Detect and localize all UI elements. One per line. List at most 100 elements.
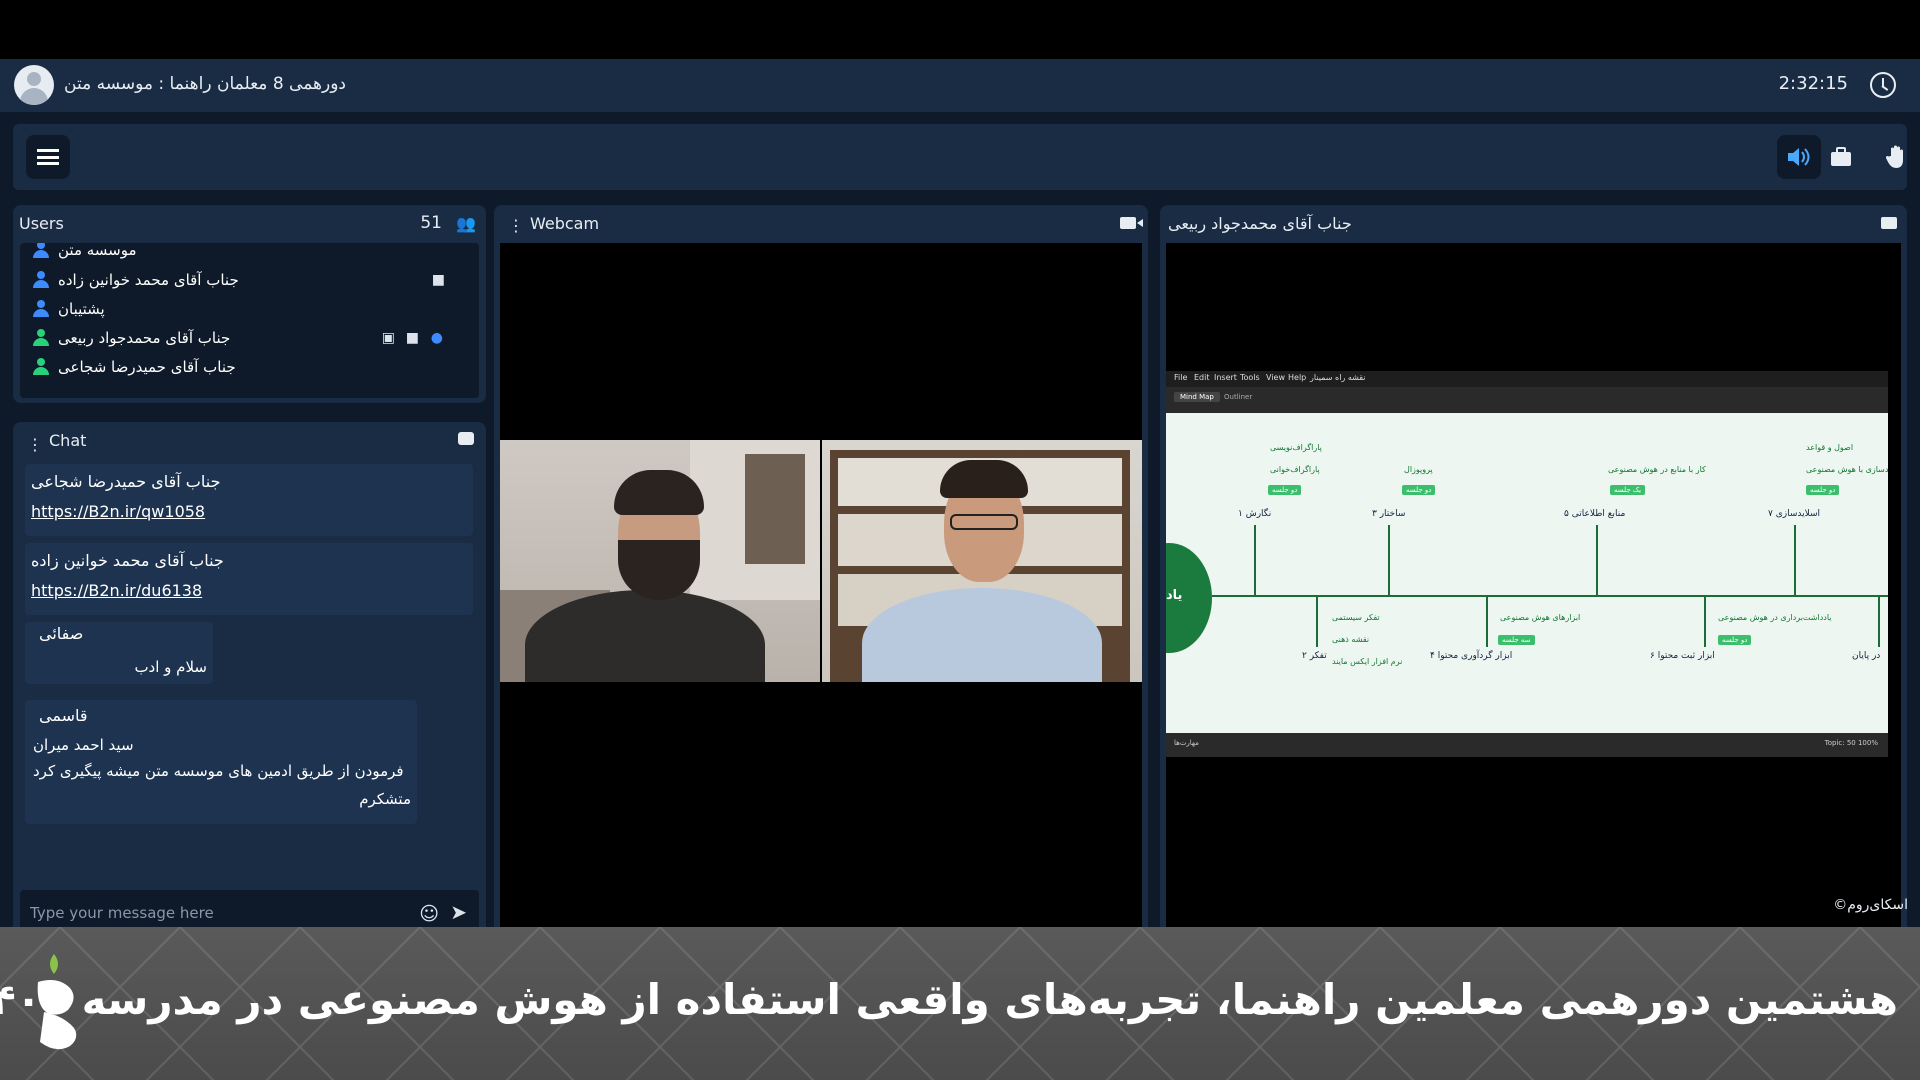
screen-share-icon: ▣ [381,330,395,346]
topic-label[interactable]: نگارش ۱ [1238,509,1271,519]
subtopic-label[interactable]: تفکر سیستمی [1332,613,1380,622]
branch-line [1486,597,1488,647]
topic-label[interactable]: ساختار ۳ [1372,509,1405,519]
emoji-icon[interactable]: ☺ [419,903,439,925]
menu-item[interactable]: File [1174,373,1187,382]
audio-button[interactable] [1777,135,1821,179]
message-link[interactable]: https://B2n.ir/qw1058 [31,502,205,521]
subtopic-label[interactable]: پاراگراف‌نویسی [1270,443,1322,452]
camera-icon[interactable] [1120,217,1143,229]
users-count: 51 [420,213,442,233]
menu-item[interactable]: View [1266,373,1285,382]
chat-title: Chat [49,431,87,450]
subtopic-label[interactable]: کار با منابع در هوش مصنوعی [1608,465,1706,474]
screenshare-stage: File Edit Insert Tools View Help نقشه را… [1166,243,1901,940]
file-title: نقشه راه سمینار [1310,373,1366,382]
branch-line [1704,597,1706,647]
message-text: متشکرم [359,790,411,808]
subtopic-label[interactable]: نرم افزار ایکس مایند [1332,657,1402,666]
copyright-text: ©اسکای‌روم [1833,897,1908,913]
subtopic-label[interactable]: اصول و قواعد [1806,443,1853,452]
topic-label[interactable]: ابزار گردآوری محتوا ۴ [1430,651,1512,661]
topic-label[interactable]: در پایان [1852,651,1880,661]
message-link[interactable]: https://B2n.ir/du6138 [31,581,202,600]
event-banner: هشتمین دورهمی معلمین راهنما، تجربه‌های و… [0,927,1920,1080]
chat-message: جناب آقای محمد خوانین زاده https://B2n.i… [25,543,473,615]
subtopic-label[interactable]: پروپوزال [1404,465,1433,474]
topic-label[interactable]: ابزار ثبت محتوا ۶ [1650,651,1715,661]
screen-share-icon[interactable] [1881,217,1897,229]
screenshare-panel: جناب آقای محمدجواد ربیعی File Edit Inser… [1160,205,1907,946]
send-icon[interactable]: ➤ [450,900,467,924]
sheet-tab[interactable]: مهارت‌ها [1174,739,1199,747]
raise-hand-icon [1886,145,1903,168]
message-text: فرمودن از طریق ادمین های موسسه متن میشه … [33,762,404,780]
mindmap-spine [1212,595,1888,597]
topic-label[interactable]: تفکر ۲ [1302,651,1327,661]
share-button[interactable] [1819,135,1863,179]
session-tag: دو جلسه [1806,485,1840,495]
subtopic-label[interactable]: یادداشت‌برداری در هوش مصنوعی [1718,613,1832,622]
wall-frame [745,454,805,564]
menu-item[interactable]: Tools [1240,373,1260,382]
webcam-panel: ⋮ Webcam [494,205,1148,946]
message-sender: جناب آقای حمیدرضا شجاعی [31,472,221,491]
chat-panel: ⋮ Chat جناب آقای حمیدرضا شجاعی https://B… [13,422,486,946]
session-timer: 2:32:15 [1778,73,1848,94]
webcam-title: Webcam [530,214,600,233]
raise-hand-button[interactable] [1875,135,1919,179]
chat-input[interactable] [30,900,390,926]
menu-item[interactable]: Edit [1194,373,1210,382]
video-feed[interactable] [500,440,820,682]
users-list[interactable]: موسسه متن جناب آقای محمد خوانین زاده ■ پ… [20,243,479,398]
mindmap-canvas[interactable]: یاد نگارش ۱ ساختار ۳ منابع اطلاعاتی ۵ اس… [1166,413,1888,733]
menu-item[interactable]: Help [1288,373,1306,382]
mindmap-app[interactable]: File Edit Insert Tools View Help نقشه را… [1166,371,1888,757]
topic-label[interactable]: اسلایدسازی ۷ [1768,509,1820,519]
menu-item[interactable]: Insert [1214,373,1237,382]
menu-bar: File Edit Insert Tools View Help نقشه را… [1166,371,1888,387]
chat-message: جناب آقای حمیدرضا شجاعی https://B2n.ir/q… [25,464,473,536]
webcam-stage [500,243,1142,940]
avatar[interactable] [14,65,54,105]
user-icon [32,271,50,289]
users-title: Users [19,214,64,233]
tab-outliner[interactable]: Outliner [1224,393,1252,401]
branch-line [1254,525,1256,595]
video-feed[interactable] [822,440,1142,682]
subtopic-label[interactable]: پاراگراف‌خوانی [1270,465,1320,474]
message-text: سلام و ادب [134,658,207,676]
user-name: جناب آقای حمیدرضا شجاعی [58,358,236,376]
user-name: جناب آقای محمد خوانین زاده [58,271,239,289]
screenshare-title: جناب آقای محمدجواد ربیعی [1168,214,1352,233]
session-tag: یک جلسه [1610,485,1646,495]
subtopic-label[interactable]: ابزارهای هوش مصنوعی [1500,613,1580,622]
users-panel: Users 51 👥 موسسه متن جناب آقای محمد خوان… [13,205,486,403]
users-icon: 👥 [456,214,476,233]
topic-label[interactable]: منابع اطلاعاتی ۵ [1564,509,1625,519]
mindmap-tabbar: Mind Map Outliner [1166,387,1888,413]
room-title: دورهمی 8 معلمان راهنما : موسسه متن [64,74,346,94]
session-tag: دو جلسه [1268,485,1302,495]
user-name: جناب آقای محمدجواد ربیعی [58,329,231,347]
subtopic-label[interactable]: نقشه ذهنی [1332,635,1369,644]
title-bar: دورهمی 8 معلمان راهنما : موسسه متن 2:32:… [0,59,1920,112]
branch-line [1388,525,1390,595]
mindmap-statusbar: مهارت‌ها Topic: 50 100% [1166,733,1888,757]
subtopic-label[interactable]: اسلایدسازی با هوش مصنوعی [1806,465,1888,474]
banner-title: هشتمین دورهمی معلمین راهنما، تجربه‌های و… [0,975,1898,1024]
menu-button[interactable] [26,135,70,179]
chat-message: صفائی سلام و ادب [25,622,213,684]
glasses [950,514,1018,530]
microphone-icon: ● [430,330,443,346]
kebab-menu-icon[interactable]: ⋮ [508,216,524,235]
list-item[interactable]: جناب آقای حمیدرضا شجاعی [20,350,479,385]
chat-bubble-icon [458,432,474,445]
skyroom-app: دورهمی 8 معلمان راهنما : موسسه متن 2:32:… [0,59,1920,946]
branch-line [1596,525,1598,595]
session-tag: دو جلسه [1718,635,1752,645]
message-text: سید احمد میران [33,736,134,754]
tab-mindmap[interactable]: Mind Map [1174,392,1220,402]
kebab-menu-icon[interactable]: ⋮ [27,435,43,454]
user-icon [32,358,50,376]
